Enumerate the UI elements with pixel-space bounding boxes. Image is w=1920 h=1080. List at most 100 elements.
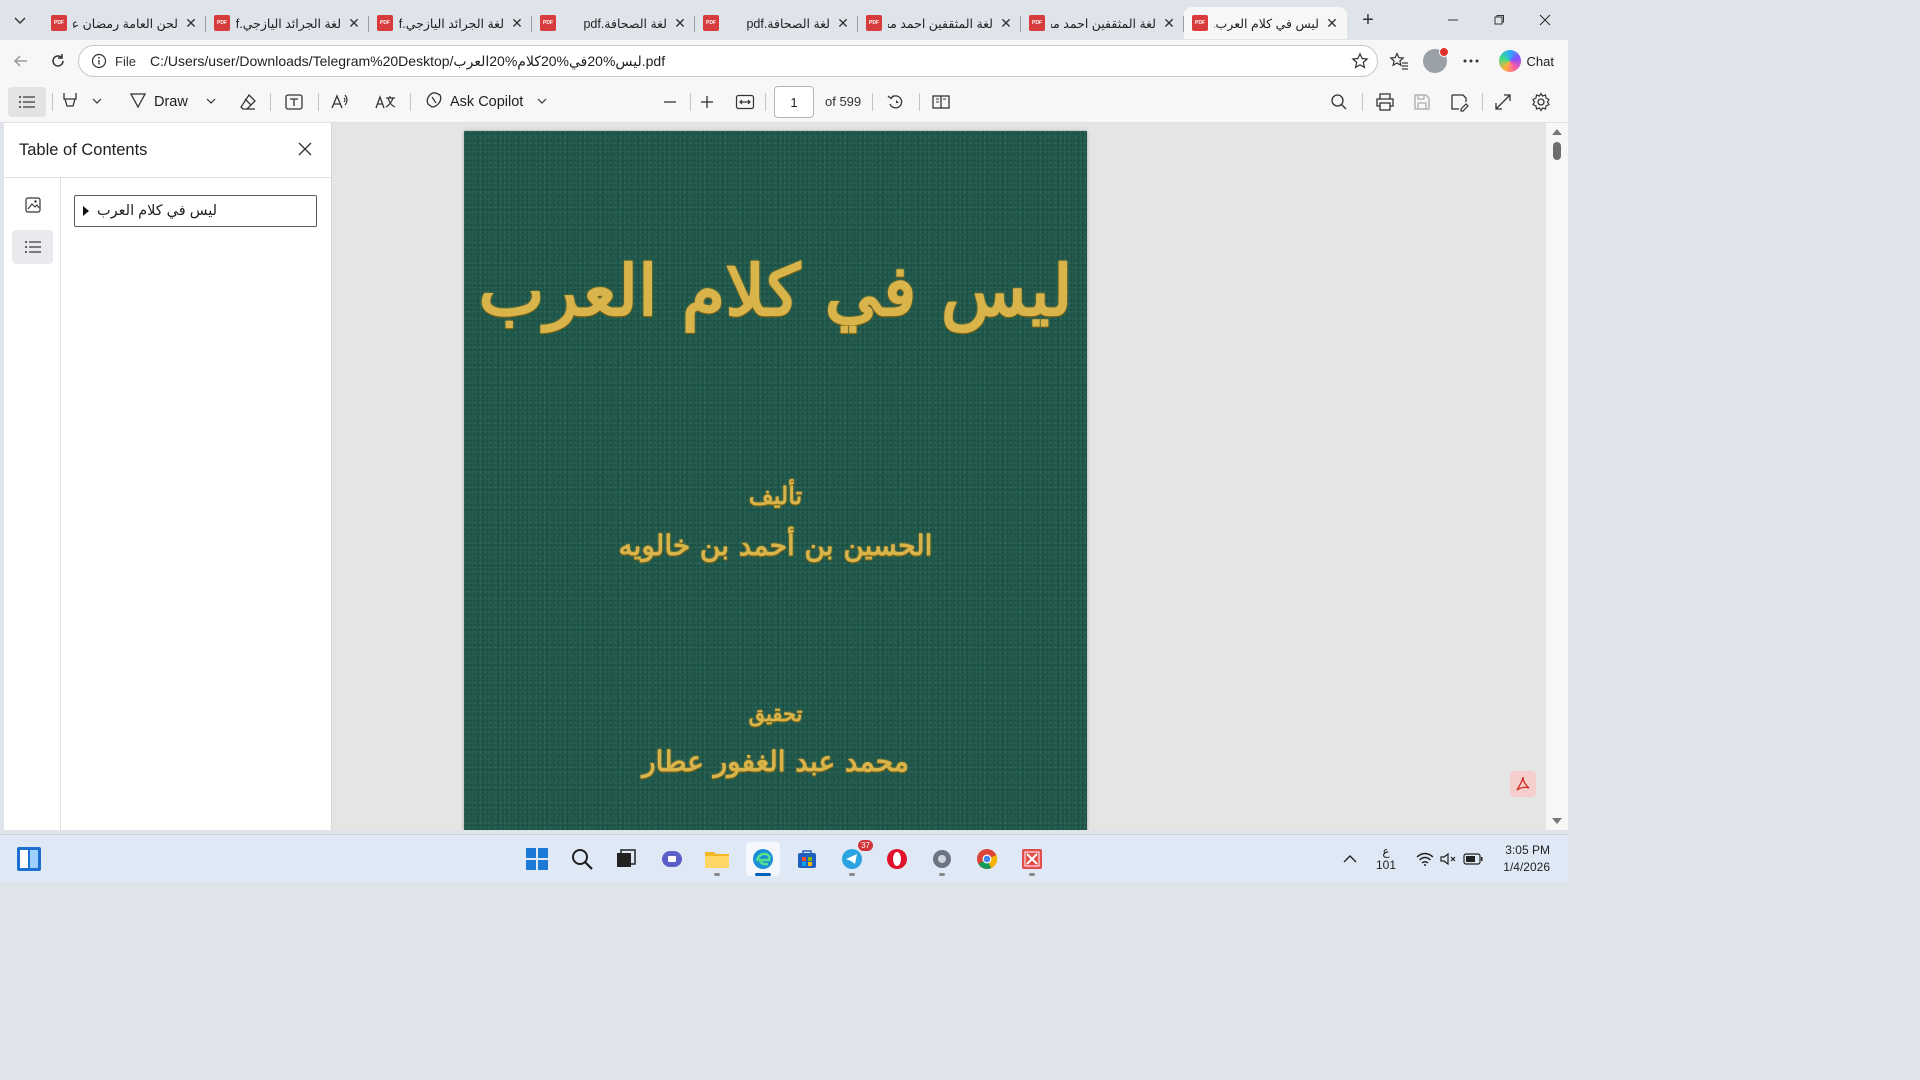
- chevron-up-icon[interactable]: [1333, 842, 1367, 876]
- start-button[interactable]: [520, 842, 554, 876]
- cover-editor-label: تحقيق: [748, 701, 803, 726]
- chevron-down-icon[interactable]: [537, 94, 547, 110]
- save-as-icon[interactable]: [1449, 87, 1469, 117]
- profile-avatar[interactable]: [1417, 45, 1453, 77]
- file-explorer-icon[interactable]: [700, 842, 734, 876]
- pdf-icon: PDF: [540, 15, 556, 31]
- highlight-icon: [60, 90, 80, 114]
- zoom-in-icon[interactable]: [699, 87, 715, 117]
- tab-active[interactable]: PDF ليس في كلام العرب.pdf ✕: [1184, 7, 1347, 39]
- close-icon[interactable]: ✕: [347, 15, 361, 31]
- settings-icon[interactable]: [1531, 87, 1551, 117]
- zoom-out-icon[interactable]: [662, 87, 678, 117]
- divider: [1482, 93, 1483, 111]
- fullscreen-icon[interactable]: [1494, 87, 1512, 117]
- copilot-chat-button[interactable]: Chat: [1489, 46, 1564, 76]
- input-language[interactable]: ع 101: [1376, 844, 1396, 872]
- tab[interactable]: PDF لغة الجرائد اليازجي.pdf ✕: [206, 7, 369, 39]
- pdf-toolbar: Draw Ask Copilot 1 of 599: [0, 82, 1568, 123]
- star-icon[interactable]: [1351, 52, 1369, 73]
- close-icon[interactable]: ✕: [673, 15, 687, 31]
- search-icon[interactable]: [565, 842, 599, 876]
- tab-title: لغة المثقفين احمد مختار: [1051, 16, 1156, 31]
- address-bar[interactable]: File C:/Users/user/Downloads/Telegram%20…: [78, 45, 1378, 77]
- save-icon[interactable]: [1412, 87, 1432, 117]
- chat-label: Chat: [1526, 53, 1554, 69]
- eraser-icon[interactable]: [238, 87, 258, 117]
- copilot-icon: [424, 90, 444, 114]
- url-text[interactable]: C:/Users/user/Downloads/Telegram%20Deskt…: [150, 53, 665, 70]
- edge-icon[interactable]: [746, 842, 780, 876]
- read-aloud-icon[interactable]: [330, 87, 350, 117]
- back-icon[interactable]: [5, 45, 37, 77]
- print-icon[interactable]: [1375, 87, 1395, 117]
- divider: [690, 93, 691, 111]
- tab[interactable]: PDF لغة الصحافة.pdf ✕: [695, 7, 858, 39]
- window-controls: [1430, 0, 1568, 40]
- close-icon[interactable]: [297, 141, 313, 160]
- tab[interactable]: PDF لغة الجرائد اليازجي.pdf ✕: [369, 7, 532, 39]
- chrome-icon[interactable]: [970, 842, 1004, 876]
- system-clock[interactable]: 3:05 PM 1/4/2026: [1503, 842, 1550, 876]
- widgets-icon[interactable]: [16, 846, 42, 872]
- text-icon[interactable]: [284, 87, 304, 117]
- tab[interactable]: PDF لغة المثقفين احمد مختار ✕: [1021, 7, 1184, 39]
- close-icon[interactable]: ✕: [999, 15, 1013, 31]
- maximize-icon[interactable]: [1476, 0, 1522, 40]
- vertical-scrollbar[interactable]: [1546, 123, 1568, 830]
- pdf-viewer[interactable]: ليس في كلام العرب تأليف الحسين بن أحمد ب…: [332, 123, 1546, 830]
- teams-icon[interactable]: [655, 842, 689, 876]
- tab[interactable]: PDF لغة المثقفين احمد مختار ✕: [858, 7, 1021, 39]
- settings-icon[interactable]: [925, 842, 959, 876]
- tab[interactable]: PDF لغة الصحافة.pdf ✕: [532, 7, 695, 39]
- close-icon[interactable]: [1522, 0, 1568, 40]
- search-icon[interactable]: [1330, 87, 1348, 117]
- draw-button[interactable]: Draw: [128, 87, 216, 117]
- close-icon[interactable]: ✕: [1162, 15, 1176, 31]
- scroll-down-icon[interactable]: [1552, 818, 1562, 824]
- scheme-label: File: [115, 53, 136, 69]
- tab[interactable]: PDF لحن العامة رمضان عبد ✕: [43, 7, 206, 39]
- opera-icon[interactable]: [880, 842, 914, 876]
- adobe-icon[interactable]: [1510, 771, 1536, 797]
- chevron-down-icon[interactable]: [92, 94, 102, 110]
- snipping-tool-icon[interactable]: [1015, 842, 1049, 876]
- ask-copilot-button[interactable]: Ask Copilot: [424, 87, 547, 117]
- info-icon[interactable]: [87, 53, 111, 69]
- running-indicator: [849, 873, 855, 876]
- scroll-up-icon[interactable]: [1552, 129, 1562, 135]
- toc-item[interactable]: ليس في كلام العرب: [74, 195, 317, 227]
- fit-width-icon[interactable]: [735, 87, 755, 117]
- close-icon[interactable]: ✕: [836, 15, 850, 31]
- translate-icon[interactable]: [375, 87, 397, 117]
- refresh-icon[interactable]: [42, 45, 74, 77]
- task-view-icon[interactable]: [609, 842, 643, 876]
- tab-title: لغة الصحافة.pdf: [746, 16, 830, 31]
- battery-icon[interactable]: [1456, 842, 1490, 876]
- divider: [410, 93, 411, 111]
- expand-caret-icon[interactable]: [83, 206, 89, 216]
- more-icon[interactable]: [1453, 45, 1489, 77]
- contents-icon[interactable]: [8, 87, 46, 117]
- close-icon[interactable]: ✕: [1325, 15, 1339, 31]
- plus-icon[interactable]: +: [1353, 5, 1383, 35]
- page-view-icon[interactable]: [931, 87, 951, 117]
- close-icon[interactable]: ✕: [510, 15, 524, 31]
- minimize-icon[interactable]: [1430, 0, 1476, 40]
- page-number-input[interactable]: 1: [774, 86, 814, 118]
- divider: [872, 93, 873, 111]
- tab-strip: PDF لحن العامة رمضان عبد ✕ PDF لغة الجرا…: [0, 0, 1568, 40]
- telegram-icon[interactable]: 37: [835, 840, 873, 876]
- store-icon[interactable]: [790, 842, 824, 876]
- tab-list-icon[interactable]: [5, 5, 35, 35]
- thumbnail-icon[interactable]: [12, 188, 53, 222]
- toc-item-label: ليس في كلام العرب: [97, 203, 218, 219]
- chevron-down-icon[interactable]: [206, 94, 216, 110]
- highlight-button[interactable]: [60, 87, 102, 117]
- close-icon[interactable]: ✕: [184, 15, 198, 31]
- outline-icon[interactable]: [12, 230, 53, 264]
- favorites-icon[interactable]: [1381, 45, 1417, 77]
- scrollbar-thumb[interactable]: [1553, 142, 1561, 160]
- clock-date: 1/4/2026: [1503, 860, 1550, 874]
- rotate-icon[interactable]: [886, 87, 906, 117]
